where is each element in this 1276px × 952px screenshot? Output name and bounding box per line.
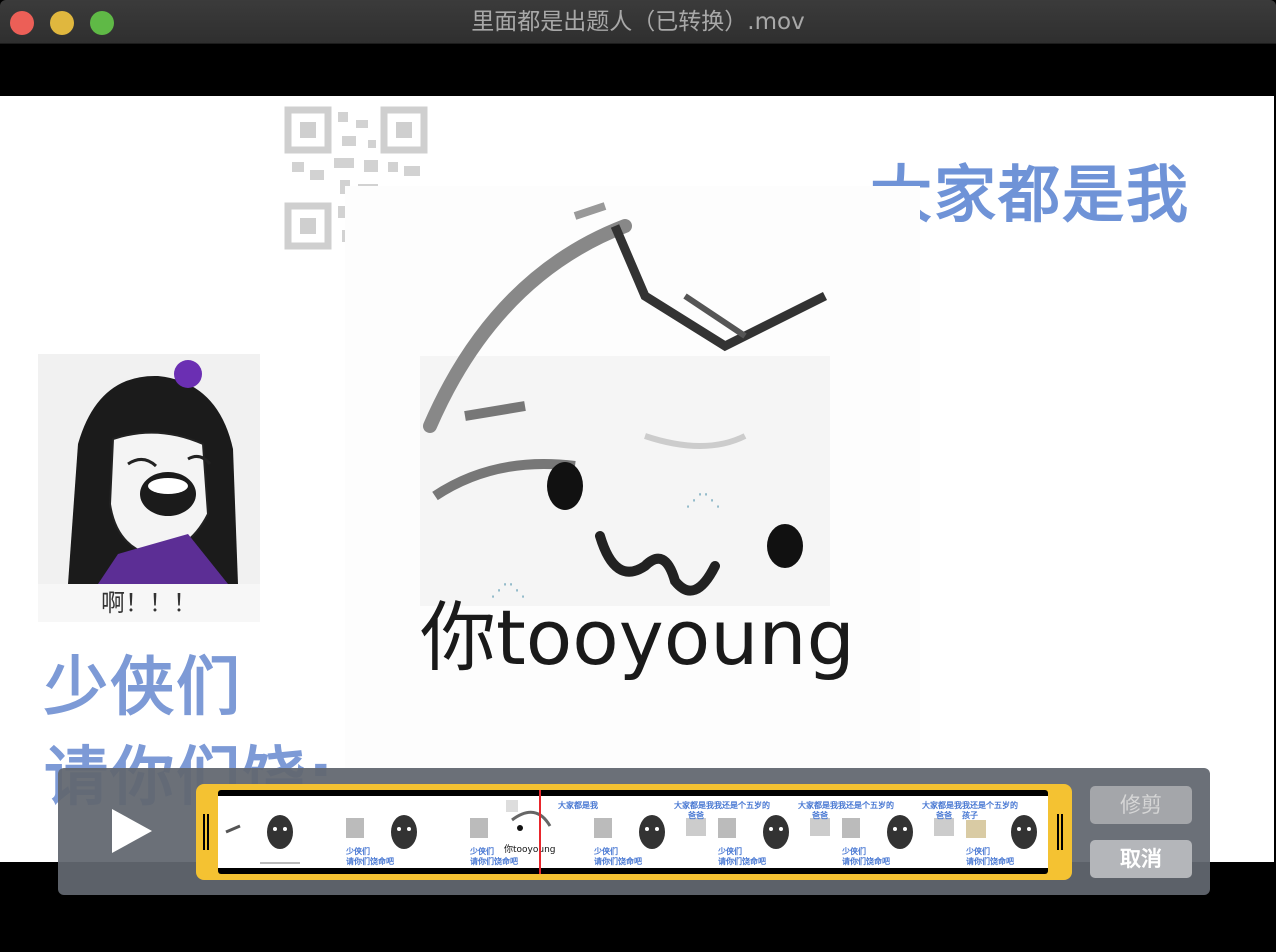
meme-caption: 你tooyoung (420, 593, 855, 682)
thumbnail-label: 请你们饶命吧 (470, 857, 518, 866)
thumbnail-label: 爸爸 (812, 811, 828, 820)
crying-girl-illustration (38, 354, 260, 584)
thumbnail-label: 请你们饶命吧 (842, 857, 890, 866)
thumbnail: 我还是个五岁的 少侠们 请你们饶命吧 大家都是我 爸爸 (714, 796, 838, 868)
filmstrip[interactable]: 少侠们 请你们饶命吧 少侠们 请你们饶命吧 你tooyoung 大家都是我 少侠… (218, 790, 1048, 874)
thumbnail-label: 我还是个五岁的 (838, 801, 894, 810)
window-titlebar: 里面都是出题人（已转换）.mov (0, 0, 1276, 44)
thumbnail-label: 我还是个五岁的 (714, 801, 770, 810)
trim-start-handle[interactable] (203, 814, 211, 850)
play-icon[interactable] (106, 806, 156, 856)
thumbnail: 我还是个五岁的 孩子 少侠们 请你们饶命吧 (962, 796, 1048, 868)
thumbnail-label: 你tooyoung (504, 845, 556, 855)
video-player[interactable]: 大家都是我 啊！！！ 少侠们 请你们饶: (0, 96, 1274, 862)
thumbnail-label: 孩子 (962, 811, 978, 820)
headline-left-line1: 少侠们 (44, 651, 242, 725)
thumbnail-label: 请你们饶命吧 (718, 857, 766, 866)
thumbnail-label: 请你们饶命吧 (346, 857, 394, 866)
thumbnail-label: 大家都是我 (558, 801, 598, 810)
thumbnail: 我还是个五岁的 少侠们 请你们饶命吧 大家都是我 爸爸 (838, 796, 962, 868)
cat-face-illustration: ⋰⋱ ⋰⋱ (345, 186, 920, 606)
meme-image: ⋰⋱ ⋰⋱ (345, 186, 920, 856)
thumbnail-label: 请你们饶命吧 (594, 857, 642, 866)
thumbnail (218, 796, 342, 868)
window-title: 里面都是出题人（已转换）.mov (471, 9, 805, 35)
trim-range-frame[interactable]: 少侠们 请你们饶命吧 少侠们 请你们饶命吧 你tooyoung 大家都是我 少侠… (196, 784, 1072, 880)
svg-text:⋰⋱: ⋰⋱ (685, 490, 721, 511)
girl-meme-image (38, 354, 260, 622)
thumbnail: 大家都是我 少侠们 请你们饶命吧 大家都是我 爸爸 (558, 796, 714, 868)
girl-caption: 啊！！！ (38, 584, 260, 622)
filmstrip-thumbnails: 少侠们 请你们饶命吧 少侠们 请你们饶命吧 你tooyoung 大家都是我 少侠… (218, 796, 1048, 868)
thumbnail-label: 爸爸 (688, 811, 704, 820)
thumbnail: 少侠们 请你们饶命吧 (342, 796, 466, 868)
thumbnail-label: 请你们饶命吧 (966, 857, 1014, 866)
thumbnail-label: 爸爸 (936, 811, 952, 820)
playhead[interactable] (539, 790, 541, 874)
trim-button[interactable]: 修剪 (1090, 786, 1192, 824)
letterbox-top (0, 44, 1276, 96)
cancel-button[interactable]: 取消 (1090, 840, 1192, 878)
trim-end-handle[interactable] (1057, 814, 1065, 850)
trim-controls: 少侠们 请你们饶命吧 少侠们 请你们饶命吧 你tooyoung 大家都是我 少侠… (58, 768, 1210, 895)
